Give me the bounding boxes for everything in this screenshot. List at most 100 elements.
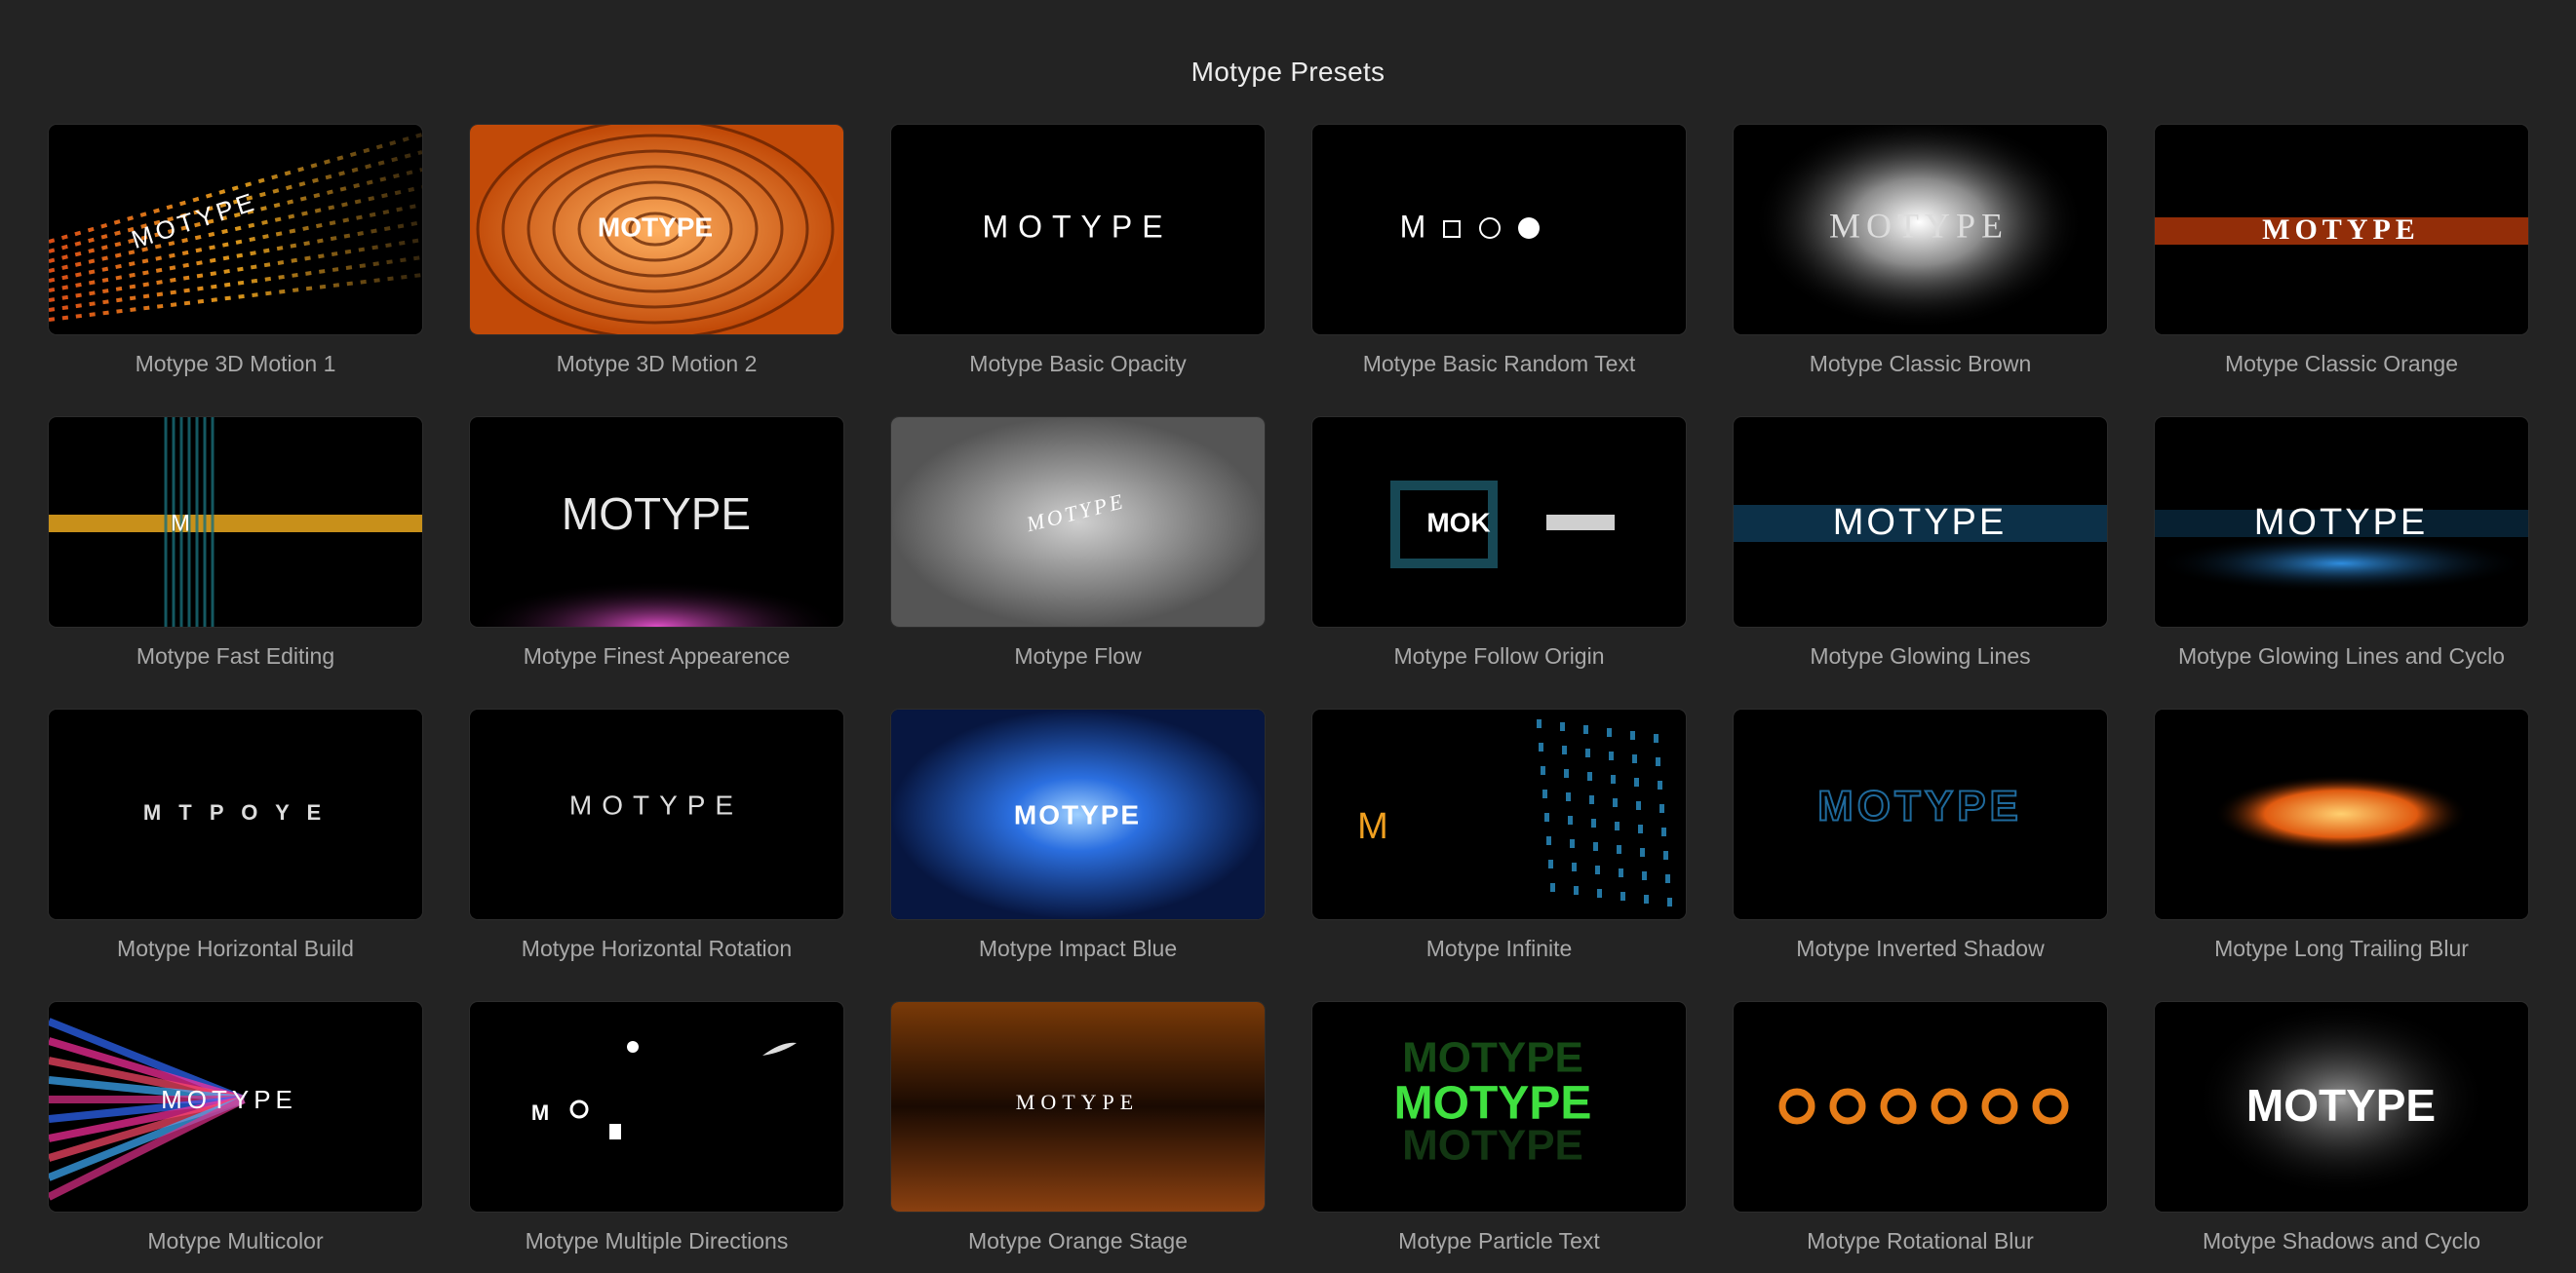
presets-window: Motype Presets MOTYPE Motype 3D Motion 1M… xyxy=(0,0,2576,1273)
thumbnail-text: MOTYPE xyxy=(2246,1080,2436,1131)
preset-tile-motype-infinite[interactable]: M Motype Infinite xyxy=(1312,710,1686,1002)
preset-thumbnail[interactable]: MOTYPE xyxy=(891,417,1265,627)
preset-thumbnail[interactable]: MOTYPE xyxy=(891,125,1265,334)
preset-tile-motype-rotational-blur[interactable]: Motype Rotational Blur xyxy=(1734,1002,2107,1273)
preset-label: Motype Flow xyxy=(1014,643,1142,669)
preset-thumbnail-art: MOTYPE xyxy=(1734,502,2107,543)
preset-tile-motype-particle-text[interactable]: MOTYPE MOTYPE MOTYPE Motype Particle Text xyxy=(1312,1002,1686,1273)
preset-label: Motype Impact Blue xyxy=(978,936,1178,961)
preset-tile-motype-horizontal-build[interactable]: M T P O Y E Motype Horizontal Build xyxy=(49,710,422,1002)
preset-thumbnail-art xyxy=(2214,775,2468,853)
preset-thumbnail[interactable]: MOK xyxy=(1312,417,1686,627)
preset-tile-motype-shadows-and-cyclo[interactable]: MOTYPE Motype Shadows and Cyclo xyxy=(2155,1002,2528,1273)
thumbnail-text: MOTYPE xyxy=(1833,502,2007,543)
preset-tile-motype-impact-blue[interactable]: MOTYPE Motype Impact Blue xyxy=(891,710,1265,1002)
preset-tile-motype-follow-origin[interactable]: MOK Motype Follow Origin xyxy=(1312,417,1686,710)
thumbnail-text: M xyxy=(1400,209,1426,244)
preset-thumbnail-art xyxy=(1778,1088,2069,1125)
preset-thumbnail[interactable]: MOTYPE xyxy=(49,125,422,334)
preset-thumbnail-art: MOTYPE xyxy=(2195,1002,2487,1197)
preset-tile-motype-horizontal-rotation[interactable]: MOTYPE Motype Horizontal Rotation xyxy=(470,710,843,1002)
preset-label: Motype Classic Orange xyxy=(2224,351,2459,376)
preset-thumbnail[interactable]: MOTYPE xyxy=(2155,1002,2528,1212)
preset-label: Motype Fast Editing xyxy=(136,643,335,669)
preset-thumbnail[interactable]: MOTYPE xyxy=(2155,417,2528,627)
preset-label: Motype Shadows and Cyclo xyxy=(2202,1228,2481,1254)
preset-label: Motype Inverted Shadow xyxy=(1796,936,2045,961)
preset-thumbnail[interactable]: MOTYPE xyxy=(1734,417,2107,627)
thumbnail-text: MOTYPE xyxy=(161,1085,297,1114)
preset-thumbnail[interactable]: M T P O Y E xyxy=(49,710,422,919)
preset-label: Motype Horizontal Build xyxy=(117,936,354,961)
preset-thumbnail-art: M xyxy=(531,1041,797,1139)
preset-tile-motype-fast-editing[interactable]: M Motype Fast Editing xyxy=(49,417,422,710)
page-title: Motype Presets xyxy=(1190,57,1386,87)
thumbnail-text: M xyxy=(171,510,190,536)
preset-thumbnail[interactable]: M xyxy=(1312,125,1686,334)
preset-tile-motype-glowing-lines-and-cyclo[interactable]: MOTYPE Motype Glowing Lines and Cyclo xyxy=(2155,417,2528,710)
preset-thumbnail[interactable]: MOTYPE xyxy=(891,710,1265,919)
preset-tile-motype-classic-brown[interactable]: MOTYPE Motype Classic Brown xyxy=(1734,125,2107,417)
preset-thumbnail[interactable]: MOTYPE xyxy=(1734,125,2107,334)
preset-tile-motype-inverted-shadow[interactable]: MOTYPE Motype Inverted Shadow xyxy=(1734,710,2107,1002)
preset-tile-motype-classic-orange[interactable]: MOTYPE Motype Classic Orange xyxy=(2155,125,2528,417)
thumbnail-text: MOTYPE xyxy=(562,488,751,539)
preset-tile-motype-finest-appearence[interactable]: MOTYPE Motype Finest Appearence xyxy=(470,417,843,710)
preset-tile-motype-flow[interactable]: MOTYPE Motype Flow xyxy=(891,417,1265,710)
preset-thumbnail-art: MOTYPE xyxy=(569,790,743,820)
preset-thumbnail[interactable] xyxy=(1734,1002,2107,1212)
preset-thumbnail[interactable]: MOTYPE xyxy=(470,710,843,919)
preset-tile-motype-orange-stage[interactable]: MOTYPE Motype Orange Stage xyxy=(891,1002,1265,1273)
thumbnail-text: MOTYPE xyxy=(2254,502,2428,543)
preset-thumbnail-art: MOTYPE xyxy=(49,1018,297,1201)
preset-tile-motype-glowing-lines[interactable]: MOTYPE Motype Glowing Lines xyxy=(1734,417,2107,710)
thumbnail-text: MOTYPE xyxy=(569,790,743,820)
preset-tile-motype-basic-random-text[interactable]: M Motype Basic Random Text xyxy=(1312,125,1686,417)
preset-label: Motype Rotational Blur xyxy=(1807,1228,2034,1254)
preset-thumbnail-art: MOTYPE xyxy=(1816,782,2022,831)
preset-thumbnail[interactable]: MOTYPE xyxy=(49,1002,422,1212)
preset-thumbnail[interactable]: MOTYPE xyxy=(470,417,843,627)
preset-thumbnail[interactable]: MOTYPE xyxy=(2155,125,2528,334)
preset-label: Motype Multiple Directions xyxy=(525,1228,789,1254)
thumbnail-text: MOTYPE xyxy=(1817,783,2022,830)
preset-thumbnail-art: MOTYPE xyxy=(891,417,1265,627)
thumbnail-text: M xyxy=(1357,806,1388,847)
preset-thumbnail-art: M T P O Y E xyxy=(143,800,321,825)
preset-thumbnail[interactable]: MOTYPE xyxy=(891,1002,1265,1212)
preset-thumbnail-art: M xyxy=(1400,209,1540,244)
preset-thumbnail-art: MOTYPE xyxy=(1753,125,2085,329)
preset-tile-motype-multicolor[interactable]: MOTYPE Motype Multicolor xyxy=(49,1002,422,1273)
thumbnail-text: MOTYPE xyxy=(1014,799,1141,829)
preset-label: Motype 3D Motion 1 xyxy=(135,351,336,376)
preset-label: Motype Orange Stage xyxy=(967,1228,1189,1254)
preset-thumbnail-art: MOTYPE xyxy=(891,1002,1265,1212)
preset-thumbnail[interactable]: M xyxy=(470,1002,843,1212)
preset-tile-motype-3d-motion-1[interactable]: MOTYPE Motype 3D Motion 1 xyxy=(49,125,422,417)
preset-grid: MOTYPE Motype 3D Motion 1 MOTYPE Motype 3D … xyxy=(49,125,2528,1273)
preset-label: Motype Follow Origin xyxy=(1393,643,1605,669)
preset-tile-motype-long-trailing-blur[interactable]: Motype Long Trailing Blur xyxy=(2155,710,2528,1002)
preset-thumbnail[interactable] xyxy=(2155,710,2528,919)
preset-thumbnail[interactable]: M xyxy=(49,417,422,627)
preset-thumbnail-art: MOK xyxy=(1390,481,1615,568)
preset-thumbnail[interactable]: MOTYPE xyxy=(470,125,843,334)
preset-thumbnail-art: M xyxy=(49,417,422,627)
thumbnail-text: MOTYPE xyxy=(1394,1078,1592,1130)
preset-tile-motype-basic-opacity[interactable]: MOTYPE Motype Basic Opacity xyxy=(891,125,1265,417)
thumbnail-text: MOTYPE xyxy=(2262,213,2420,246)
preset-label: Motype Glowing Lines xyxy=(1810,643,2031,669)
preset-tile-motype-3d-motion-2[interactable]: MOTYPE Motype 3D Motion 2 xyxy=(470,125,843,417)
thumbnail-text: MOTYPE xyxy=(1402,1034,1583,1082)
preset-label: Motype Long Trailing Blur xyxy=(2214,936,2469,961)
preset-thumbnail-art: MOTYPE xyxy=(891,710,1265,919)
preset-label: Motype Glowing Lines and Cyclo xyxy=(2178,643,2505,669)
preset-label: Motype Basic Opacity xyxy=(969,351,1187,376)
preset-thumbnail-art: MOTYPE xyxy=(470,125,843,334)
preset-tile-motype-multiple-directions[interactable]: M Motype Multiple Directions xyxy=(470,1002,843,1273)
preset-thumbnail-art: M xyxy=(1357,719,1672,907)
preset-thumbnail[interactable]: M xyxy=(1312,710,1686,919)
preset-label: Motype Horizontal Rotation xyxy=(521,936,793,961)
preset-thumbnail[interactable]: MOTYPE MOTYPE MOTYPE xyxy=(1312,1002,1686,1212)
preset-thumbnail[interactable]: MOTYPE xyxy=(1734,710,2107,919)
